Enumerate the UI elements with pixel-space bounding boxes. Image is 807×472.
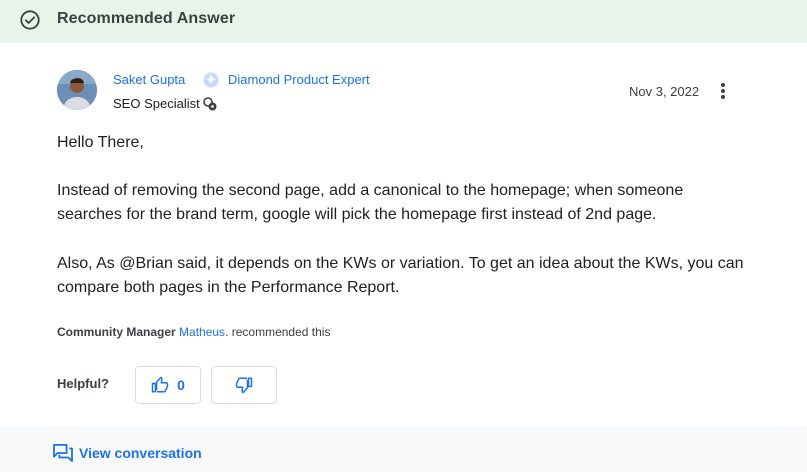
recommendation-note: Community Manager Matheus. recommended t… (57, 325, 330, 339)
banner-title: Recommended Answer (57, 10, 236, 27)
upvote-button[interactable]: 0 (135, 366, 201, 404)
post-paragraph: Instead of removing the second page, add… (57, 182, 684, 223)
conversation-footer: View conversation (0, 427, 807, 472)
thumbs-up-icon (151, 376, 169, 393)
post-date: Nov 3, 2022 (629, 84, 700, 99)
more-options-icon[interactable] (713, 80, 733, 102)
helpful-label: Helpful? (57, 376, 109, 391)
author-role: SEO Specialist (113, 96, 200, 111)
check-circle-icon (20, 10, 40, 30)
conversation-icon (53, 444, 73, 462)
post-paragraph: Also, As @Brian said, it depends on the … (57, 255, 744, 296)
badge-label[interactable]: Diamond Product Expert (228, 72, 370, 87)
recommended-answer-banner: Recommended Answer (0, 0, 807, 43)
avatar[interactable] (57, 70, 97, 110)
recommendation-prefix: Community Manager (57, 325, 176, 339)
manager-link[interactable]: Matheus (179, 325, 225, 339)
view-conversation-link[interactable]: View conversation (79, 445, 202, 461)
downvote-button[interactable] (211, 366, 277, 404)
thumbs-down-icon (235, 377, 253, 394)
author-name[interactable]: Saket Gupta (113, 72, 185, 87)
upvote-count: 0 (177, 377, 185, 393)
recommendation-suffix: . recommended this (225, 325, 331, 339)
diamond-badge-icon (203, 72, 219, 88)
specialist-badge-icon (203, 97, 217, 111)
post-paragraph: Hello There, (57, 134, 144, 151)
